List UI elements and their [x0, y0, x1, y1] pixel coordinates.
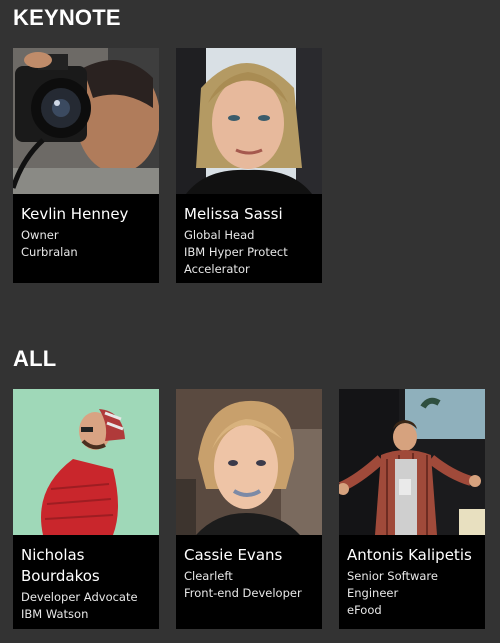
speaker-company: Curbralan [21, 245, 78, 259]
speaker-photo-image [13, 48, 159, 194]
speaker-card-nicholas-bourdakos[interactable]: Nicholas Bourdakos Developer Advocate IB… [13, 389, 159, 629]
speaker-company: IBM Hyper Protect Accelerator [184, 245, 288, 276]
speaker-photo [339, 389, 485, 535]
speaker-company: Front-end Developer [184, 586, 302, 600]
speaker-role: Owner [21, 228, 59, 242]
section-title-keynote: KEYNOTE [13, 5, 121, 30]
speaker-photo-image [176, 389, 322, 535]
speaker-card-antonis-kalipetis[interactable]: Antonis Kalipetis Senior Software Engine… [339, 389, 485, 629]
speaker-card-melissa-sassi[interactable]: Melissa Sassi Global Head IBM Hyper Prot… [176, 48, 322, 283]
speaker-photo [13, 48, 159, 194]
speaker-company: eFood [347, 603, 382, 617]
speaker-name: Antonis Kalipetis [347, 546, 472, 564]
speaker-company: IBM Watson [21, 607, 89, 621]
speaker-photo-image [176, 48, 322, 194]
speaker-photo [176, 389, 322, 535]
speaker-photo-image [13, 389, 159, 535]
speaker-role: Senior Software Engineer [347, 569, 438, 600]
speaker-name: Cassie Evans [184, 546, 283, 564]
speaker-photo [13, 389, 159, 535]
speaker-photo-image [339, 389, 485, 535]
speaker-name: Melissa Sassi [184, 205, 283, 223]
speaker-card-cassie-evans[interactable]: Cassie Evans Clearleft Front-end Develop… [176, 389, 322, 629]
speaker-card-kevlin-henney[interactable]: Kevlin Henney Owner Curbralan [13, 48, 159, 283]
speaker-role: Clearleft [184, 569, 233, 583]
speaker-name: Kevlin Henney [21, 205, 129, 223]
section-title-all: ALL [13, 346, 57, 371]
speaker-name: Nicholas Bourdakos [21, 546, 100, 585]
speaker-role: Developer Advocate [21, 590, 138, 604]
speaker-role: Global Head [184, 228, 255, 242]
speaker-photo [176, 48, 322, 194]
